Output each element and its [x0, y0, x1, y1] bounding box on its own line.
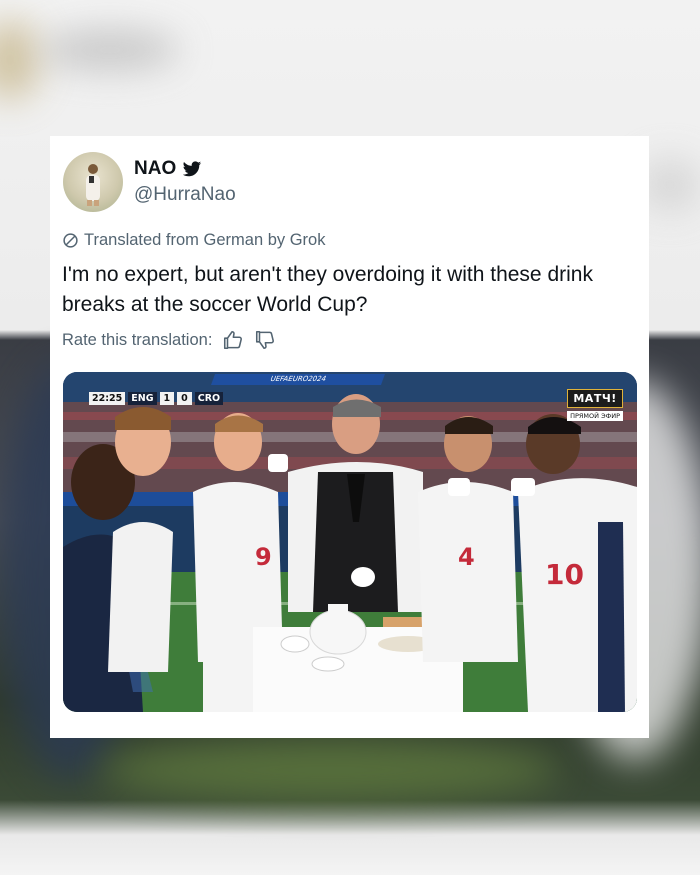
- tweet-text: I'm no expert, but aren't they overdoing…: [62, 263, 593, 316]
- match-time: 22:25: [89, 391, 126, 405]
- photo-illustration: 9 4 10: [63, 372, 637, 712]
- author-display-name: NAO: [134, 158, 177, 179]
- tweet-card: NAO @HurraNao Translated from German by …: [50, 136, 649, 738]
- thumbs-up-icon[interactable]: [222, 329, 244, 351]
- shirt-number-10: 10: [545, 558, 584, 591]
- tweet-photo[interactable]: 9 4 10 UEFAEURO2024 22:25 ENG 1 0 CRO МА…: [63, 372, 637, 712]
- shirt-number-9: 9: [255, 543, 272, 571]
- away-score: 0: [177, 391, 192, 405]
- translation-notice-text: Translated from German by Grok: [84, 231, 326, 249]
- home-score: 1: [159, 391, 175, 405]
- translation-notice: Translated from German by Grok: [62, 231, 325, 250]
- thumbs-down-icon[interactable]: [254, 329, 276, 351]
- channel-live-label: ПРЯМОЙ ЭФИР: [567, 411, 623, 421]
- scoreboard: 22:25 ENG 1 0 CRO: [89, 391, 224, 405]
- bird-icon: [183, 160, 202, 176]
- shirt-number-4: 4: [458, 543, 475, 571]
- author-name[interactable]: NAO: [134, 158, 202, 180]
- author-handle[interactable]: @HurraNao: [134, 184, 236, 206]
- rate-translation: Rate this translation:: [62, 329, 276, 351]
- person-icon: [86, 164, 100, 206]
- away-team: CRO: [194, 391, 224, 405]
- slash-circle-icon: [63, 233, 78, 248]
- channel-badge: МАТЧ! ПРЯМОЙ ЭФИР: [567, 389, 623, 421]
- channel-logo: МАТЧ!: [567, 389, 623, 408]
- tournament-banner: UEFAEURO2024: [210, 374, 386, 385]
- rate-label: Rate this translation:: [62, 330, 213, 349]
- home-team: ENG: [128, 391, 157, 405]
- avatar[interactable]: [63, 152, 123, 212]
